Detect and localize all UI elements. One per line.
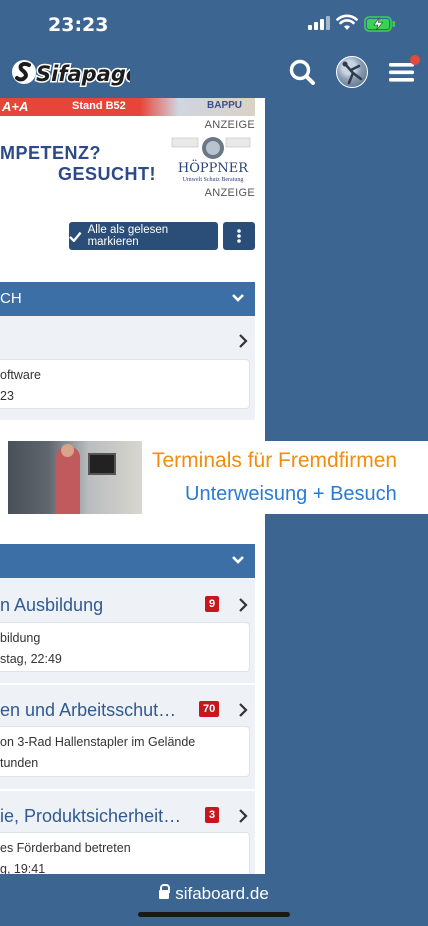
status-bar: 23:23 — [0, 0, 428, 46]
category-header[interactable] — [0, 544, 255, 578]
url-text: sifaboard.de — [175, 884, 269, 903]
last-post-date: 23 — [0, 389, 14, 403]
svg-text:HÖPPNER: HÖPPNER — [178, 159, 249, 176]
vertical-dots-icon — [237, 229, 241, 243]
chevron-right-icon[interactable] — [238, 808, 248, 824]
ad-banner-brand: BAPPU — [207, 100, 243, 111]
svg-text:Sifapage: Sifapage — [36, 62, 130, 86]
avatar-figure-icon — [342, 61, 363, 85]
forum-row[interactable]: en und Arbeitsschut… 70 on 3-Rad Hallens… — [0, 685, 255, 789]
browser-bottom-bar: sifaboard.de — [0, 874, 428, 926]
status-time: 23:23 — [48, 14, 109, 36]
search-icon[interactable] — [284, 54, 320, 90]
home-indicator[interactable] — [138, 912, 290, 917]
last-post-title: bildung — [0, 631, 41, 645]
category-header[interactable]: CH — [0, 282, 255, 316]
last-post-title: oftware — [0, 368, 41, 382]
checkmark-icon — [69, 231, 82, 242]
last-post-date: tunden — [0, 756, 39, 770]
last-post-title: es Förderband betreten — [0, 841, 131, 855]
ad-label: ANZEIGE — [204, 187, 255, 199]
forum-row[interactable]: ie, Produktsicherheit… 3 es Förderband b… — [0, 791, 255, 874]
last-post-title: on 3-Rad Hallenstapler im Gelände — [0, 735, 196, 749]
ad-terminals-photo — [8, 441, 142, 514]
more-options-button[interactable] — [223, 222, 255, 250]
battery-charging-icon — [364, 16, 395, 32]
forum-row[interactable]: n Ausbildung 9 bildung stag, 22:49 — [0, 578, 255, 683]
ad-terminals-headline: Terminals für Fremdfirmen — [152, 449, 398, 472]
last-post-card[interactable]: bildung stag, 22:49 — [0, 622, 250, 672]
chevron-right-icon[interactable] — [238, 702, 248, 718]
chevron-down-icon[interactable] — [231, 555, 245, 565]
ad-banner-aplusa[interactable]: A+A Stand B52 BAPPU — [0, 98, 255, 116]
forum-title[interactable]: ie, Produktsicherheit… — [0, 806, 181, 827]
svg-text:Umwelt Schutz Beratung: Umwelt Schutz Beratung — [183, 177, 244, 183]
category-title: CH — [0, 290, 22, 307]
ad-headline-2: GESUCHT! — [58, 164, 156, 184]
mark-all-read-label: Alle als gelesen markieren — [87, 224, 169, 248]
sifapage-logo[interactable]: Sifapage — [10, 55, 130, 89]
chevron-right-icon[interactable] — [238, 333, 248, 349]
last-post-card[interactable]: on 3-Rad Hallenstapler im Gelände tunden — [0, 726, 250, 777]
signal-icon — [308, 16, 330, 30]
url-bar[interactable]: sifaboard.de — [0, 884, 428, 904]
app-header: Sifapage — [0, 46, 428, 98]
ad-terminals[interactable]: Terminals für Fremdfirmen Unterweisung +… — [0, 441, 428, 514]
lock-icon — [159, 884, 171, 899]
hoeppner-logo: HÖPPNER Umwelt Schutz Beratung — [171, 137, 251, 183]
unread-badge: 9 — [205, 596, 220, 612]
forum-title[interactable]: en und Arbeitsschut… — [0, 700, 176, 721]
user-avatar[interactable] — [336, 56, 368, 88]
ad-label: ANZEIGE — [204, 119, 255, 131]
wifi-icon — [336, 14, 358, 30]
unread-badge: 3 — [205, 807, 220, 823]
forum-row[interactable]: oftware 23 — [0, 316, 255, 420]
last-post-card[interactable]: es Förderband betreten g, 19:41 — [0, 832, 250, 874]
chevron-down-icon[interactable] — [231, 293, 245, 303]
notification-dot — [410, 55, 420, 65]
last-post-date: stag, 22:49 — [0, 652, 62, 666]
forum-title[interactable]: n Ausbildung — [0, 595, 103, 616]
ad-banner-stand: Stand B52 — [72, 100, 126, 112]
unread-badge: 70 — [199, 701, 220, 717]
ad-headline-1: MPETENZ? — [0, 143, 101, 163]
last-post-card[interactable]: oftware 23 — [0, 359, 250, 409]
ad-banner-text: A+A — [2, 99, 29, 114]
last-post-date: g, 19:41 — [0, 862, 46, 874]
chevron-right-icon[interactable] — [238, 597, 248, 613]
ad-terminals-subline: Unterweisung + Besuch — [185, 483, 397, 505]
mark-all-read-button[interactable]: Alle als gelesen markieren — [69, 222, 218, 250]
